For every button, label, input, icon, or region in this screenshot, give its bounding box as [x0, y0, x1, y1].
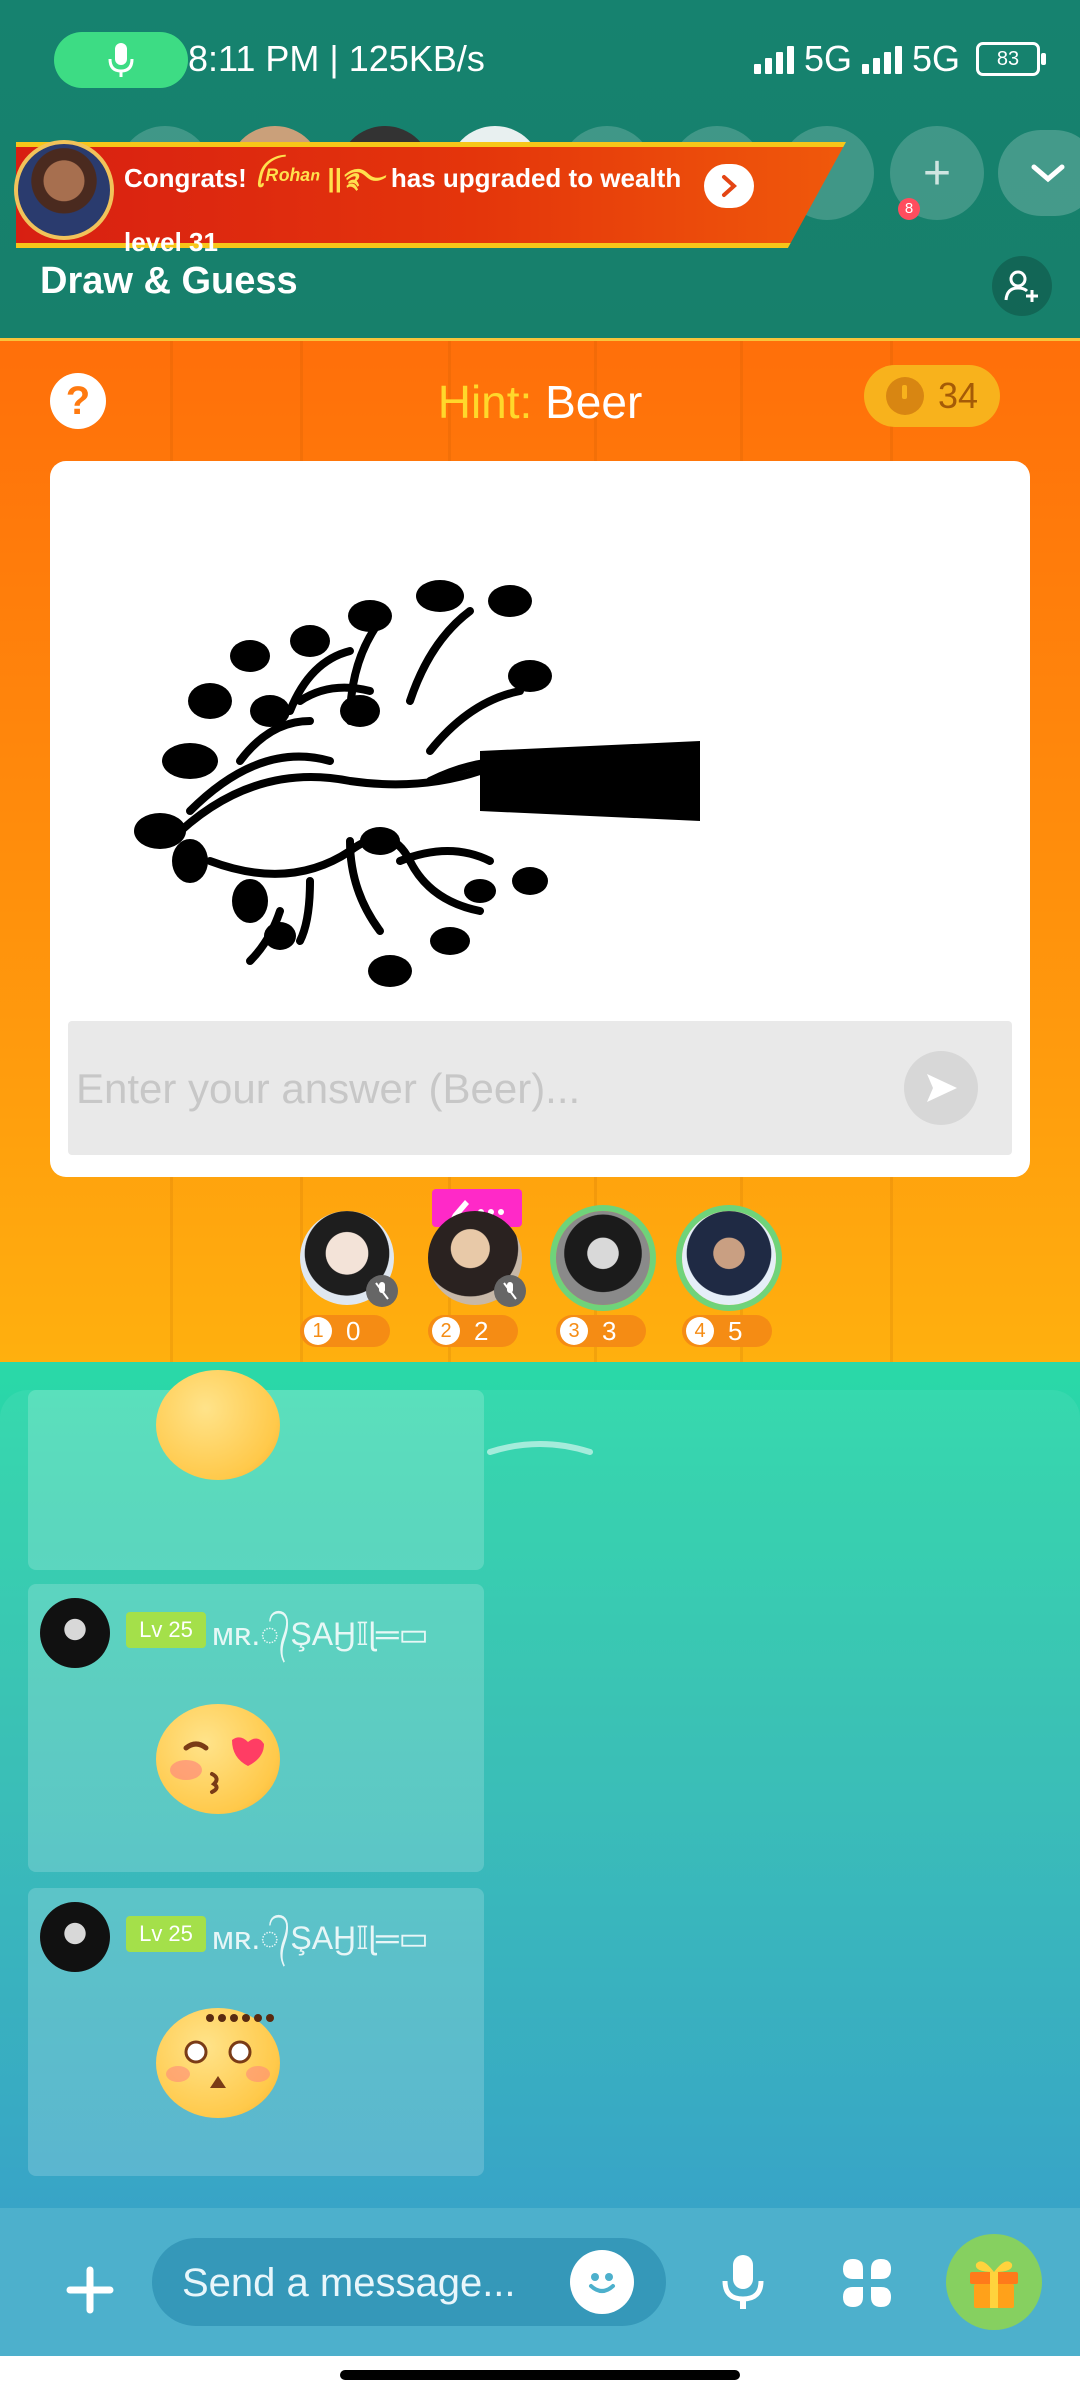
player-score: 10: [300, 1315, 390, 1347]
player-score: 45: [682, 1315, 772, 1347]
round-timer: 34: [864, 365, 1000, 427]
user-nickname: ᴍʀ.᭄ŞΑӇ𝕀ɭ═▭: [212, 1920, 429, 1956]
apps-button[interactable]: [832, 2248, 902, 2318]
active-mic-indicator[interactable]: [54, 32, 188, 88]
smile-icon: [589, 2273, 615, 2293]
chat-message: Lv 25 ᴍʀ.᭄ŞΑӇ𝕀ɭ═▭: [28, 1888, 484, 2176]
room-header: 8:11 PM | 125KB/s 5G 5G 83 + 8 Congrats!…: [0, 0, 1080, 338]
plus-icon: +: [922, 146, 952, 200]
home-indicator[interactable]: [340, 2370, 740, 2380]
mic-icon: [722, 2255, 764, 2309]
battery-icon: 83: [976, 42, 1046, 76]
message-input[interactable]: [180, 2238, 564, 2328]
emoji-sticker: [156, 1370, 280, 1480]
user-avatar[interactable]: [40, 1902, 110, 1972]
signal-icon: [753, 44, 794, 74]
chat-message: Lv 25 ᴍʀ.᭄ŞΑӇ𝕀ɭ═▭: [28, 1584, 484, 1872]
chevron-down-icon: [1031, 164, 1065, 183]
player-avatar: [428, 1211, 526, 1307]
level-badge: Lv 25: [126, 1916, 206, 1952]
player-slot[interactable]: 10: [300, 1211, 398, 1347]
emoji-button[interactable]: [570, 2250, 634, 2314]
grid-icon: [843, 2259, 891, 2307]
seat-count-badge: 8: [898, 198, 920, 220]
user-avatar[interactable]: [40, 1598, 110, 1668]
status-time: 8:11 PM | 125KB/s: [188, 38, 485, 79]
answer-box: [68, 1021, 1012, 1157]
more-actions-button[interactable]: [58, 2258, 122, 2322]
user-nickname: ᴍʀ.᭄ŞΑӇ𝕀ɭ═▭: [212, 1616, 429, 1652]
player-points: 2: [474, 1315, 489, 1346]
answer-input[interactable]: [74, 1021, 878, 1157]
timer-value: 34: [937, 375, 979, 416]
signal-icon: [861, 44, 902, 74]
chat-area: Lv 25 ᴍʀ.᭄ŞΑӇ𝕀ɭ═▭ Lv 25 ᴍʀ.᭄ŞΑӇ𝕀ɭ═▭: [0, 1362, 1080, 2208]
status-indicators: 5G 5G 83: [753, 38, 1046, 80]
invite-user-button[interactable]: [992, 256, 1052, 316]
banner-text: Congrats! ꪶᴿᵒʰᵃⁿ ||࿐ has upgraded to wea…: [124, 146, 684, 274]
player-points: 0: [346, 1315, 361, 1346]
player-rank: 4: [686, 1317, 714, 1345]
gift-button[interactable]: [946, 2234, 1042, 2330]
gift-icon: [970, 2261, 1018, 2308]
surprised-emoji: [156, 2008, 280, 2118]
player-rank: 3: [560, 1317, 588, 1345]
voice-button[interactable]: [708, 2248, 778, 2318]
player-slot[interactable]: 45: [682, 1211, 776, 1347]
player-avatar: [682, 1211, 776, 1305]
level-badge: Lv 25: [126, 1612, 206, 1648]
player-score: 33: [556, 1315, 646, 1347]
banner-go-button[interactable]: [704, 164, 754, 208]
draw-guess-board: ? Hint: Beer 34 Enter your answer (Beer)…: [0, 338, 1080, 1365]
drag-handle-icon[interactable]: [486, 1440, 594, 1456]
drawing-sketch: [134, 580, 700, 987]
kiss-emoji-face: [170, 1737, 264, 1794]
kiss-emoji: [156, 1704, 280, 1814]
mic-off-icon: [366, 1275, 398, 1307]
player-points: 3: [602, 1315, 617, 1346]
hint-label: Hint:: [437, 376, 546, 428]
player-avatar: [300, 1211, 398, 1307]
player-slot[interactable]: 22: [428, 1211, 526, 1347]
mic-off-icon: [494, 1275, 526, 1307]
drawing-canvas[interactable]: [50, 461, 1030, 1177]
chat-message-partial: [28, 1370, 484, 1570]
send-icon: [927, 1074, 957, 1102]
player-score: 22: [428, 1315, 518, 1347]
add-user-icon: [1004, 270, 1038, 302]
clock-icon: [885, 377, 924, 415]
banner-avatar: [14, 140, 114, 240]
player-points: 5: [728, 1315, 743, 1346]
room-title: Draw & Guess: [40, 260, 298, 302]
player-avatar: [556, 1211, 650, 1305]
send-answer-button[interactable]: [904, 1051, 978, 1125]
surprised-emoji-face: [166, 2014, 274, 2088]
player-rank: 1: [304, 1317, 332, 1345]
banner-prefix: Congrats!: [124, 163, 254, 193]
player-rank: 2: [432, 1317, 460, 1345]
collapse-seats-button[interactable]: [998, 130, 1080, 216]
plus-icon: [66, 2266, 114, 2314]
mic-icon: [108, 43, 134, 77]
player-slot[interactable]: 33: [556, 1211, 650, 1347]
hint-word: Beer: [545, 376, 643, 428]
banner-user: ꪶᴿᵒʰᵃⁿ ||࿐: [254, 163, 384, 193]
network-label-1: 5G: [803, 38, 852, 79]
chevron-right-icon: [722, 175, 737, 197]
network-label-2: 5G: [911, 38, 960, 79]
message-input-wrapper: [152, 2238, 666, 2328]
